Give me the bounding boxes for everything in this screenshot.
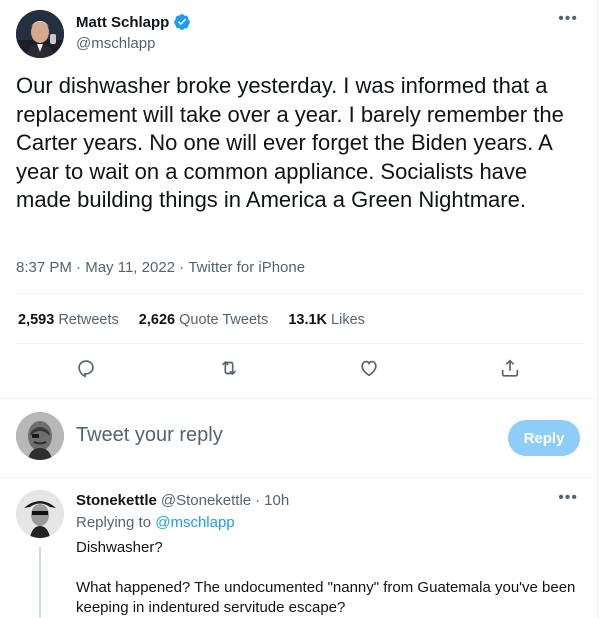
person-photo-icon xyxy=(16,412,64,460)
reply-icon[interactable] xyxy=(73,355,99,381)
reply-author-name[interactable]: Stonekettle xyxy=(76,492,157,509)
author-name-row: Matt Schlapp xyxy=(76,13,191,31)
reply-text: Dishwasher? What happened? The undocumen… xyxy=(76,538,586,618)
tweet-text: Our dishwasher broke yesterday. I was in… xyxy=(16,73,564,212)
like-icon[interactable] xyxy=(356,355,382,381)
reply-tweet[interactable]: Stonekettle @Stonekettle · 10h ••• Reply… xyxy=(0,485,597,618)
quote-tweets-stat[interactable]: 2,626 Quote Tweets xyxy=(139,312,269,328)
divider xyxy=(16,293,585,294)
replying-prefix: Replying to xyxy=(76,514,156,531)
verified-badge-icon xyxy=(174,14,191,30)
person-photo-icon xyxy=(16,490,64,538)
replying-to: Replying to @mschlapp xyxy=(76,514,235,531)
more-options-icon[interactable]: ••• xyxy=(558,490,578,506)
tweet-time[interactable]: 8:37 PM xyxy=(16,259,72,276)
replying-to-link[interactable]: @mschlapp xyxy=(155,514,234,531)
tweet-action-bar xyxy=(0,355,597,385)
quote-tweets-label: Quote Tweets xyxy=(179,312,269,328)
tweet-meta: 8:37 PM · May 11, 2022 · Twitter for iPh… xyxy=(16,259,305,276)
likes-label: Likes xyxy=(331,312,365,328)
tweet-date[interactable]: May 11, 2022 xyxy=(85,259,175,276)
share-icon[interactable] xyxy=(497,355,523,381)
reply-author-avatar[interactable] xyxy=(16,490,64,538)
tweet-author-header: Matt Schlapp @mschlapp ••• xyxy=(16,10,586,58)
person-photo-icon xyxy=(16,10,64,58)
reply-header: Stonekettle @Stonekettle · 10h xyxy=(76,492,289,509)
more-options-icon[interactable]: ••• xyxy=(558,11,578,27)
reply-paragraph: Dishwasher? xyxy=(76,539,163,556)
divider xyxy=(16,343,585,344)
tweet-source[interactable]: Twitter for iPhone xyxy=(188,259,305,276)
reply-time[interactable]: 10h xyxy=(264,492,289,509)
divider xyxy=(0,398,597,399)
tweet-detail-view: Matt Schlapp @mschlapp ••• Our dishwashe… xyxy=(0,0,598,618)
tweet-stats: 2,593 Retweets 2,626 Quote Tweets 13.1K … xyxy=(18,312,365,328)
meta-separator: · xyxy=(175,259,189,276)
reply-author-handle[interactable]: @Stonekettle xyxy=(161,492,251,509)
reply-paragraph: What happened? The undocumented "nanny" … xyxy=(76,579,576,616)
author-name[interactable]: Matt Schlapp xyxy=(76,14,169,31)
likes-count: 13.1K xyxy=(288,312,328,328)
reply-input[interactable] xyxy=(76,424,476,447)
divider xyxy=(0,477,597,478)
meta-separator: · xyxy=(71,259,86,276)
quote-tweets-count: 2,626 xyxy=(138,312,176,328)
author-handle[interactable]: @mschlapp xyxy=(76,35,155,52)
retweets-stat[interactable]: 2,593 Retweets xyxy=(18,312,119,328)
thread-line xyxy=(39,547,41,618)
retweets-label: Retweets xyxy=(58,312,119,328)
reply-composer: Reply xyxy=(0,402,597,472)
my-avatar[interactable] xyxy=(16,412,64,460)
reply-button[interactable]: Reply xyxy=(508,420,580,456)
reply-separator: · xyxy=(255,492,261,509)
author-avatar[interactable] xyxy=(16,10,64,58)
likes-stat[interactable]: 13.1K Likes xyxy=(288,312,365,328)
retweet-icon[interactable] xyxy=(216,355,242,381)
retweets-count: 2,593 xyxy=(18,312,55,328)
